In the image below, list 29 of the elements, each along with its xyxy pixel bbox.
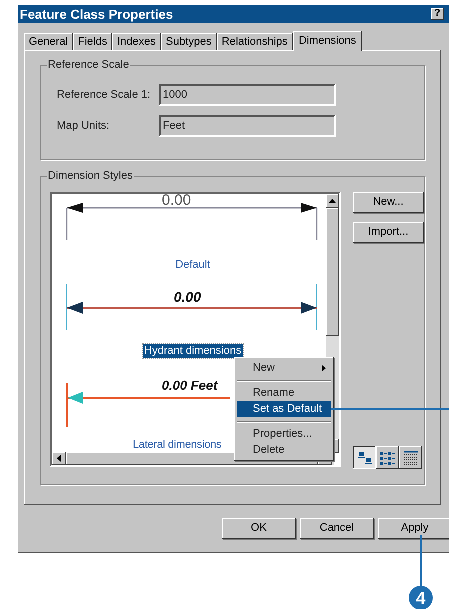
menu-item[interactable]: Delete: [237, 442, 331, 458]
dimension-text: 0.00: [162, 194, 192, 208]
tab[interactable]: Subtypes: [161, 33, 217, 50]
group-title: Dimension Styles: [47, 169, 134, 183]
dialog-button[interactable]: Import...: [353, 222, 424, 243]
step-badge: 4: [409, 586, 433, 609]
dialog-button[interactable]: Cancel: [300, 518, 374, 539]
tab[interactable]: General: [24, 33, 74, 50]
help-button[interactable]: ?: [431, 8, 444, 20]
style-name[interactable]: Lateral dimensions: [132, 438, 223, 452]
input-field[interactable]: 1000: [159, 84, 336, 106]
dimension-text: 0.00 Feet: [162, 379, 218, 392]
tab[interactable]: Relationships: [216, 33, 293, 50]
style-name[interactable]: Hydrant dimensions: [143, 344, 243, 358]
field-label: Map Units:: [57, 118, 111, 134]
window-title: Feature Class Properties: [20, 8, 174, 20]
input-field[interactable]: Feet: [159, 115, 336, 137]
dialog-button[interactable]: New...: [353, 192, 424, 213]
tab[interactable]: Dimensions: [292, 31, 362, 51]
style-name[interactable]: Default: [174, 258, 212, 272]
menu-item[interactable]: New: [237, 360, 331, 376]
field-label: Reference Scale 1:: [57, 88, 152, 103]
menu-item[interactable]: Properties...: [237, 421, 331, 442]
menu-item[interactable]: Set as Default: [237, 401, 331, 417]
tab[interactable]: Fields: [73, 33, 112, 50]
dialog-button[interactable]: Apply: [378, 518, 449, 539]
dialog-button[interactable]: OK: [222, 518, 296, 539]
dimension-text: 0.00: [174, 290, 202, 304]
tab[interactable]: Indexes: [112, 33, 162, 50]
